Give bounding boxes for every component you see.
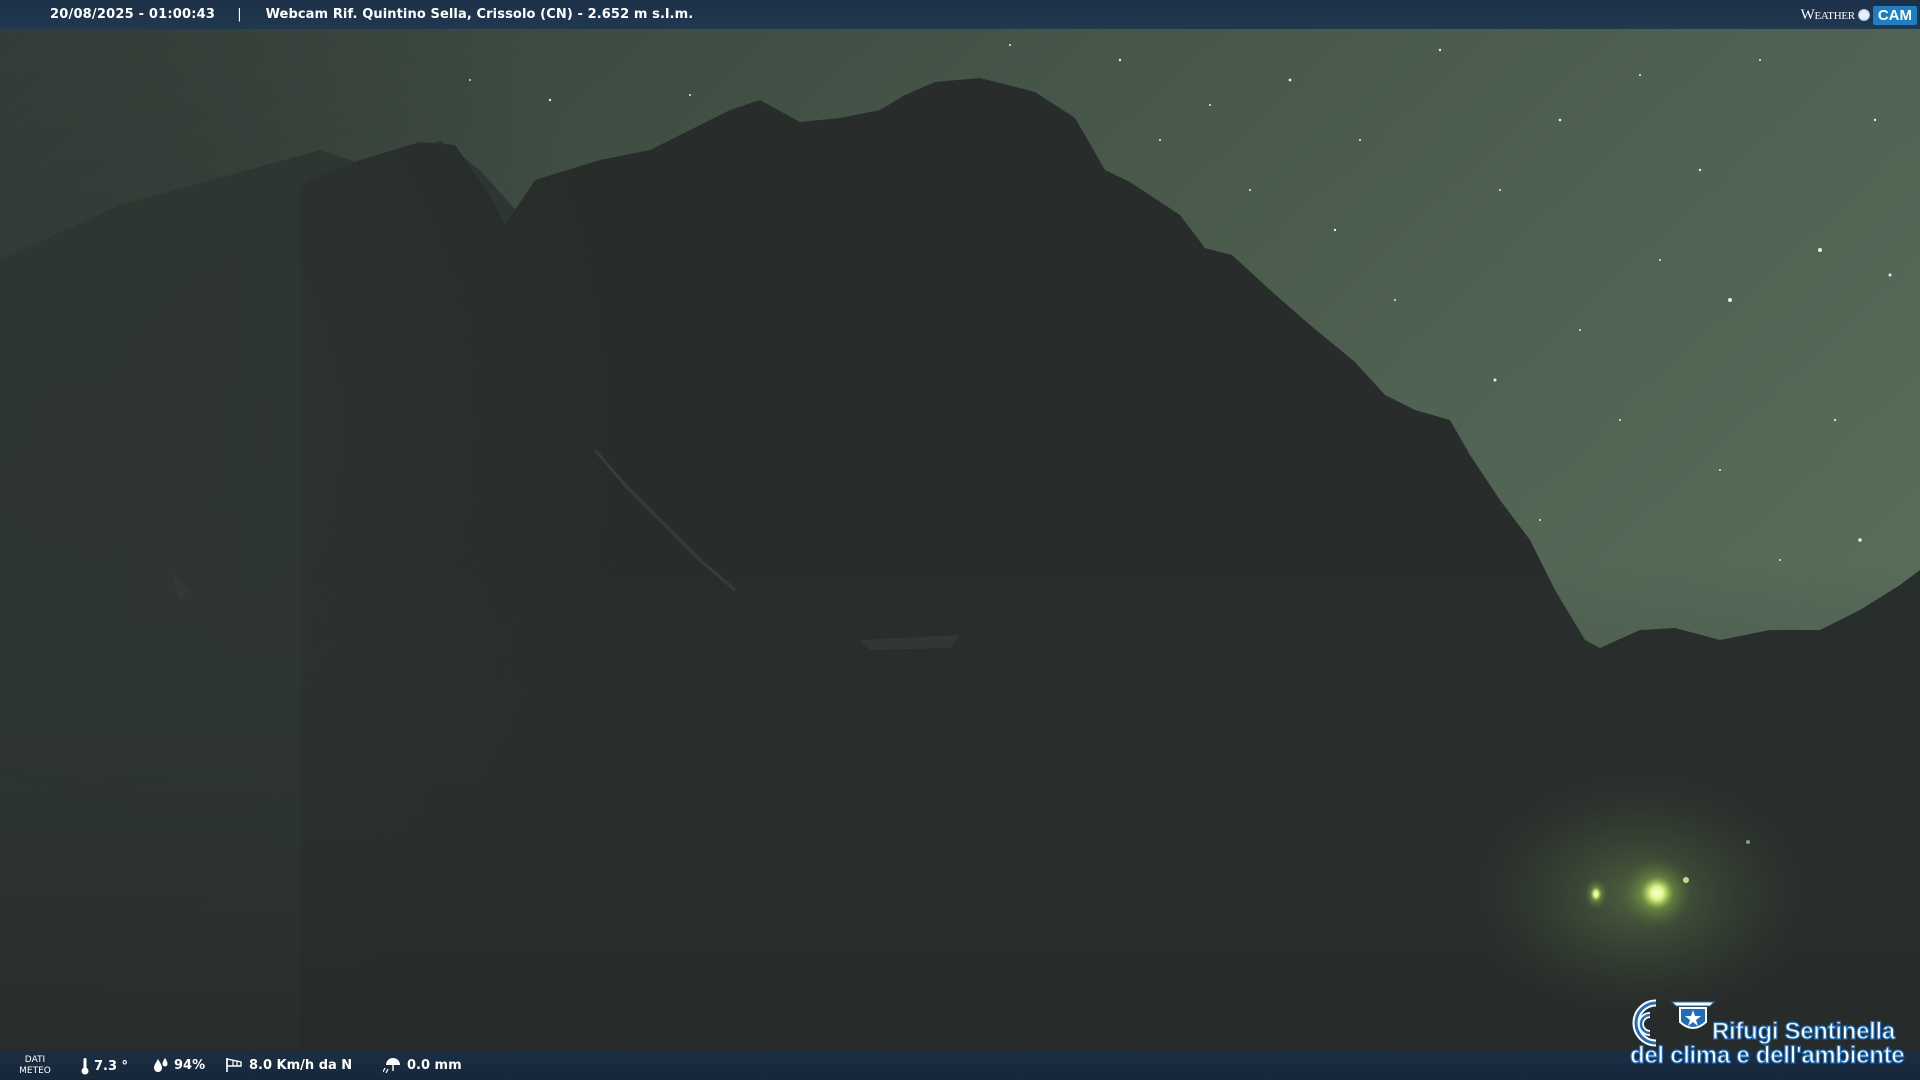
- thermometer-icon: [81, 1058, 89, 1075]
- temperature-reading: 7.3 °: [80, 1057, 128, 1075]
- brand-dot-icon: [1857, 9, 1870, 21]
- humidity-drops-icon: [154, 1058, 168, 1072]
- rain-reading: 0.0 mm: [383, 1057, 462, 1073]
- rifugi-sentinella-logo: Rifugi Sentinella del clima e dell'ambie…: [1624, 994, 1914, 1072]
- webcam-title: Webcam Rif. Quintino Sella, Crissolo (CN…: [265, 7, 694, 22]
- wind-reading: 8.0 Km/h da N: [225, 1057, 352, 1073]
- webcam-scene: [0, 0, 1920, 1080]
- timestamp: 20/08/2025 - 01:00:43: [50, 7, 216, 22]
- lamp-light: [1683, 877, 1689, 883]
- meteo-label-line1: DATI: [24, 1055, 46, 1065]
- temperature-value: 7.3 °: [94, 1058, 129, 1074]
- meteo-label-line2: METEO: [19, 1066, 51, 1076]
- lamp-glow-small: [1584, 878, 1608, 910]
- rain-value: 0.0 mm: [407, 1057, 462, 1073]
- humidity-value: 94%: [174, 1057, 206, 1073]
- separator: |: [237, 7, 242, 22]
- windsock-icon: [226, 1058, 242, 1072]
- lamp-light: [1746, 840, 1750, 844]
- meteo-label: DATI METEO: [18, 1055, 52, 1077]
- brand-cam-text: CAM: [1872, 5, 1917, 25]
- weathercam-brand: Weather CAM: [1801, 3, 1917, 27]
- humidity-reading: 94%: [152, 1057, 205, 1073]
- webcam-frame: 20/08/2025 - 01:00:43 | Webcam Rif. Quin…: [0, 0, 1920, 1080]
- cai-star-shield-icon: [1670, 1001, 1716, 1029]
- lamp-glow: [1621, 857, 1693, 929]
- rain-umbrella-icon: [383, 1058, 400, 1073]
- top-info-bar: 20/08/2025 - 01:00:43 | Webcam Rif. Quin…: [0, 0, 1920, 29]
- brand-weather-text: Weather: [1800, 6, 1856, 23]
- wind-value: 8.0 Km/h da N: [249, 1057, 353, 1073]
- logo-line2: del clima e dell'ambiente: [1629, 1041, 1905, 1069]
